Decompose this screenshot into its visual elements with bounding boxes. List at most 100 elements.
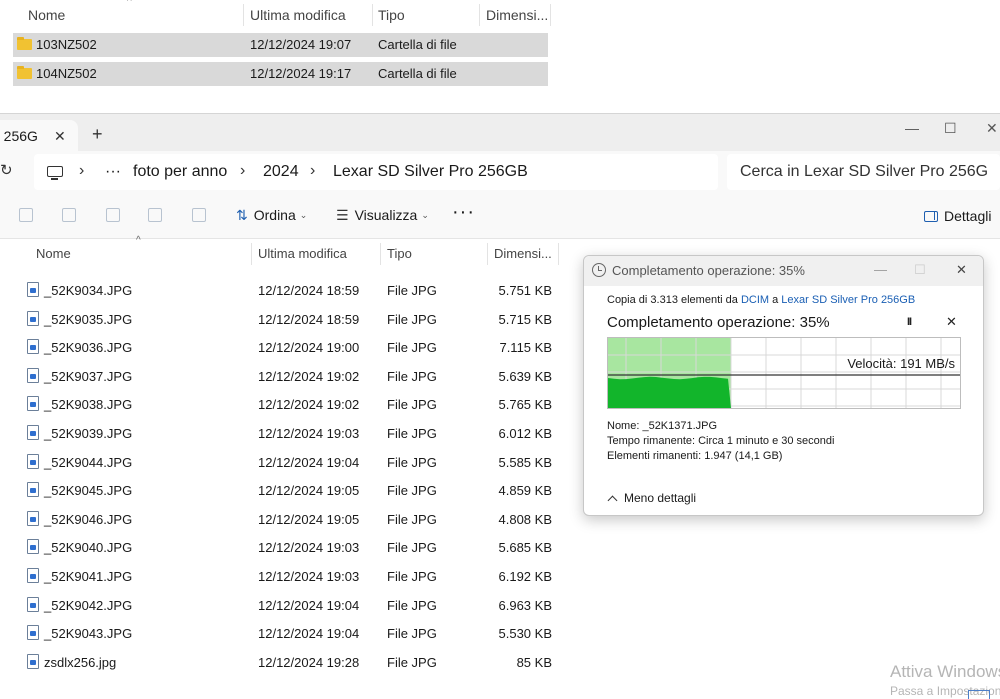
chevron-up-icon: [607, 495, 618, 506]
destination-link[interactable]: Lexar SD Silver Pro 256GB: [781, 294, 915, 306]
file-type: File JPG: [387, 597, 437, 613]
column-header-type[interactable]: Tipo: [378, 0, 405, 30]
file-row[interactable]: _52K9045.JPG 12/12/2024 19:05 File JPG 4.85…: [0, 477, 560, 505]
search-input[interactable]: Cerca in Lexar SD Silver Pro 256G: [727, 154, 1000, 190]
file-row[interactable]: _52K9037.JPG 12/12/2024 19:02 File JPG 5.63…: [0, 363, 560, 391]
computer-icon: [47, 166, 63, 180]
paste-icon[interactable]: [62, 208, 76, 222]
jpg-file-icon: [27, 510, 39, 526]
file-size: 6.192 KB: [498, 569, 553, 584]
file-row[interactable]: _52K9039.JPG 12/12/2024 19:03 File JPG 6.01…: [0, 420, 560, 448]
file-name: _52K9034.JPG: [44, 283, 133, 298]
column-divider[interactable]: [372, 4, 373, 26]
column-divider[interactable]: [251, 243, 252, 265]
column-header-name[interactable]: Nome: [36, 239, 71, 269]
folder-row[interactable]: 104NZ502 12/12/2024 19:17 Cartella di fi…: [13, 62, 548, 86]
source-link[interactable]: DCIM: [741, 294, 769, 306]
file-size: 4.808 KB: [498, 511, 553, 527]
file-size: 7.115 KB: [499, 340, 552, 356]
breadcrumb-item[interactable]: foto per anno: [133, 163, 227, 181]
details-pane-icon: [924, 211, 938, 222]
view-label: Visualizza: [354, 207, 418, 223]
file-row[interactable]: _52K9035.JPG 12/12/2024 18:59 File JPG 5.71…: [0, 306, 560, 334]
minimize-icon[interactable]: —: [905, 120, 919, 136]
file-row[interactable]: _52K9038.JPG 12/12/2024 19:02 File JPG 5.76…: [0, 391, 560, 419]
copy-mid: a: [772, 294, 779, 306]
column-divider[interactable]: [550, 4, 551, 26]
sort-button[interactable]: ⇅ Ordina ⌄: [236, 207, 307, 224]
file-row[interactable]: _52K9043.JPG 12/12/2024 19:04 File JPG 5.53…: [0, 620, 560, 648]
folder-type: Cartella di file: [378, 37, 457, 52]
column-divider[interactable]: [380, 243, 381, 265]
dialog-title: Completamento operazione: 35%: [612, 263, 805, 278]
transfer-speed-graph: Velocità: 191 MB/s: [607, 337, 961, 409]
file-modified: 12/12/2024 19:28: [258, 654, 360, 670]
file-row[interactable]: _52K9042.JPG 12/12/2024 19:04 File JPG 6.96…: [0, 592, 560, 620]
progress-heading: Completamento operazione: 35%: [607, 314, 830, 331]
file-type: File JPG: [387, 426, 437, 441]
file-row[interactable]: _52K9044.JPG 12/12/2024 19:04 File JPG 5.58…: [0, 449, 560, 477]
column-divider[interactable]: [558, 243, 559, 265]
breadcrumb-item[interactable]: Lexar SD Silver Pro 256GB: [333, 163, 528, 181]
more-options-icon[interactable]: ···: [452, 201, 475, 224]
details-button[interactable]: Dettagli: [924, 208, 991, 224]
file-row[interactable]: _52K9034.JPG 12/12/2024 18:59 File JPG 5.75…: [0, 277, 560, 305]
file-type: File JPG: [387, 283, 437, 298]
column-divider[interactable]: [479, 4, 480, 26]
column-divider[interactable]: [243, 4, 244, 26]
details-label: Dettagli: [944, 208, 992, 224]
folder-modified: 12/12/2024 19:07: [250, 37, 352, 52]
chevron-right-icon[interactable]: ›: [240, 162, 245, 180]
file-row[interactable]: _52K9041.JPG 12/12/2024 19:03 File JPG 6.19…: [0, 563, 560, 591]
column-header-name[interactable]: Nome: [28, 0, 65, 30]
delete-icon[interactable]: [192, 208, 206, 222]
close-icon[interactable]: ✕: [956, 262, 967, 278]
file-row[interactable]: _52K9040.JPG 12/12/2024 19:03 File JPG 5.68…: [0, 534, 560, 562]
tab-lexar[interactable]: o 256G ✕: [0, 120, 78, 152]
file-row[interactable]: _52K9046.JPG 12/12/2024 19:05 File JPG 4.80…: [0, 506, 560, 534]
file-size: 5.715 KB: [498, 311, 553, 327]
breadcrumb-more-icon[interactable]: ···: [105, 163, 121, 181]
current-file-name: Nome: _52K1371.JPG: [607, 420, 718, 432]
column-header-modified[interactable]: Ultima modifica: [258, 239, 347, 269]
share-icon[interactable]: [148, 208, 162, 222]
tab-close-icon[interactable]: ✕: [54, 120, 66, 152]
less-details-button[interactable]: Meno dettagli: [607, 491, 696, 506]
file-row[interactable]: zsdlx256.jpg 12/12/2024 19:28 File JPG 85 K…: [0, 649, 560, 677]
chevron-right-icon[interactable]: ›: [79, 162, 84, 180]
close-icon[interactable]: ✕: [986, 120, 998, 137]
file-size: 85 KB: [516, 654, 552, 670]
jpg-file-icon: [27, 339, 39, 355]
taskbar-icon[interactable]: [968, 690, 990, 699]
maximize-icon: ☐: [914, 262, 926, 277]
file-name: _52K9035.JPG: [44, 311, 133, 327]
maximize-icon[interactable]: ☐: [944, 120, 957, 137]
file-type: File JPG: [387, 540, 437, 556]
pause-icon[interactable]: II: [907, 316, 912, 328]
stop-icon[interactable]: ✕: [946, 314, 957, 330]
address-bar[interactable]: › ··· foto per anno › 2024 › Lexar SD Si…: [34, 154, 718, 190]
rename-icon[interactable]: [106, 208, 120, 222]
jpg-file-icon: [27, 396, 39, 412]
copy-icon[interactable]: [19, 208, 33, 222]
dialog-titlebar[interactable]: Completamento operazione: 35% — ☐ ✕: [584, 256, 983, 286]
column-header-modified[interactable]: Ultima modifica: [250, 0, 346, 30]
refresh-icon[interactable]: ↻: [0, 161, 13, 179]
folder-row[interactable]: 103NZ502 12/12/2024 19:07 Cartella di fi…: [13, 33, 548, 57]
file-row[interactable]: _52K9036.JPG 12/12/2024 19:00 File JPG 7.11…: [0, 334, 560, 362]
jpg-file-icon: [27, 568, 39, 583]
minimize-icon[interactable]: —: [874, 262, 887, 277]
column-header-type[interactable]: Tipo: [387, 239, 412, 269]
column-divider[interactable]: [487, 243, 488, 265]
file-name: zsdlx256.jpg: [44, 654, 117, 670]
breadcrumb-item[interactable]: 2024: [263, 163, 299, 181]
column-header-size[interactable]: Dimensi...: [494, 239, 552, 269]
new-tab-button[interactable]: +: [92, 124, 103, 144]
copy-prefix: Copia di 3.313 elementi da: [607, 294, 738, 306]
view-button[interactable]: ☰ Visualizza ⌄: [336, 207, 429, 224]
file-modified: 12/12/2024 19:04: [258, 626, 360, 642]
column-header-size[interactable]: Dimensi...: [486, 0, 548, 30]
chevron-right-icon[interactable]: ›: [310, 162, 315, 180]
file-modified: 12/12/2024 19:03: [258, 569, 360, 584]
jpg-file-icon: [27, 482, 39, 498]
